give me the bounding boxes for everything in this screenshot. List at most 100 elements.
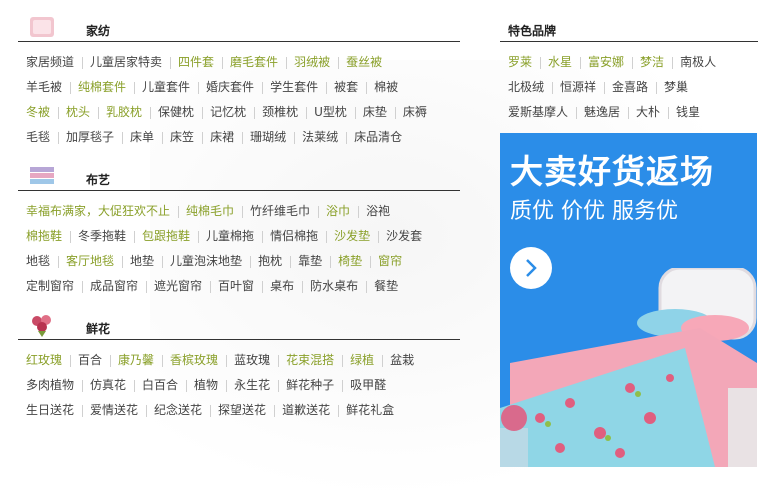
category-link[interactable]: 成品窗帘 <box>82 274 146 299</box>
category-link[interactable]: 纯棉毛巾 <box>178 199 242 224</box>
category-link[interactable]: 永生花 <box>226 373 278 398</box>
category-link[interactable]: 纪念送花 <box>146 398 210 423</box>
category-link[interactable]: 床单 <box>122 125 162 150</box>
category-link[interactable]: 冬被 <box>18 100 58 125</box>
category-link[interactable]: 沙发垫 <box>326 224 378 249</box>
category-link[interactable]: 罗莱 <box>500 50 540 75</box>
category-link[interactable]: 探望送花 <box>210 398 274 423</box>
category-link[interactable]: 珊瑚绒 <box>242 125 294 150</box>
category-link[interactable]: 金喜路 <box>604 75 656 100</box>
category-link[interactable]: 椅垫 <box>330 249 370 274</box>
category-link[interactable]: 鲜花种子 <box>278 373 342 398</box>
category-link[interactable]: 蓝玫瑰 <box>226 348 278 373</box>
category-link[interactable]: 植物 <box>186 373 226 398</box>
category-link[interactable]: 竹纤维毛巾 <box>242 199 318 224</box>
category-link[interactable]: 羽绒被 <box>286 50 338 75</box>
category-link[interactable]: 地垫 <box>122 249 162 274</box>
category-link[interactable]: 爱情送花 <box>82 398 146 423</box>
category-link[interactable]: 香槟玫瑰 <box>162 348 226 373</box>
category-link[interactable]: 桌布 <box>262 274 302 299</box>
category-link[interactable]: 花束混搭 <box>278 348 342 373</box>
category-link[interactable]: 爱斯基摩人 <box>500 100 576 125</box>
category-link[interactable]: 白百合 <box>134 373 186 398</box>
category-link[interactable]: 百合 <box>70 348 110 373</box>
category-link[interactable]: 魅逸居 <box>576 100 628 125</box>
category-link[interactable]: 盆栽 <box>382 348 422 373</box>
category-link[interactable]: 防水桌布 <box>302 274 366 299</box>
category-link[interactable]: 被套 <box>326 75 366 100</box>
category-link[interactable]: 绿植 <box>342 348 382 373</box>
category-link[interactable]: 大朴 <box>628 100 668 125</box>
category-link[interactable]: 儿童居家特卖 <box>82 50 170 75</box>
category-link[interactable]: 磨毛套件 <box>222 50 286 75</box>
category-link[interactable]: 遮光窗帘 <box>146 274 210 299</box>
section-home-textile: 家纺 家居频道 儿童居家特卖 四件套 磨毛套件 羽绒被 蚕丝被 羊毛被 纯棉套件 儿童套件 婚庆套… <box>18 0 460 150</box>
category-link[interactable]: 北极绒 <box>500 75 552 100</box>
category-link[interactable]: 乳胶枕 <box>98 100 150 125</box>
category-link[interactable]: 婚庆套件 <box>198 75 262 100</box>
category-link[interactable]: 蚕丝被 <box>338 50 390 75</box>
category-link[interactable]: 羊毛被 <box>18 75 70 100</box>
category-link[interactable]: 记忆枕 <box>202 100 254 125</box>
category-link[interactable]: 仿真花 <box>82 373 134 398</box>
category-link[interactable]: 棉被 <box>366 75 406 100</box>
category-link[interactable]: 窗帘 <box>370 249 410 274</box>
category-link[interactable]: 靠垫 <box>290 249 330 274</box>
category-link[interactable]: U型枕 <box>306 100 355 125</box>
category-link[interactable]: 颈椎枕 <box>254 100 306 125</box>
category-link[interactable]: 枕头 <box>58 100 98 125</box>
category-link[interactable]: 富安娜 <box>580 50 632 75</box>
section-header: 特色品牌 <box>500 0 758 42</box>
category-link[interactable]: 梦洁 <box>632 50 672 75</box>
category-link[interactable]: 浴巾 <box>318 199 358 224</box>
category-link[interactable]: 康乃馨 <box>110 348 162 373</box>
category-link[interactable]: 红玫瑰 <box>18 348 70 373</box>
category-link[interactable]: 包跟拖鞋 <box>134 224 198 249</box>
category-link[interactable]: 吸甲醛 <box>342 373 394 398</box>
category-link[interactable]: 地毯 <box>18 249 58 274</box>
category-link[interactable]: 定制窗帘 <box>18 274 82 299</box>
category-link[interactable]: 四件套 <box>170 50 222 75</box>
category-link[interactable]: 儿童泡沫地垫 <box>162 249 250 274</box>
category-link[interactable]: 钱皇 <box>668 100 708 125</box>
link-row: 红玫瑰 百合 康乃馨 香槟玫瑰 蓝玫瑰 花束混搭 绿植 盆栽 <box>18 348 460 373</box>
category-link[interactable]: 加厚毯子 <box>58 125 122 150</box>
category-link[interactable]: 生日送花 <box>18 398 82 423</box>
category-link[interactable]: 儿童套件 <box>134 75 198 100</box>
category-link[interactable]: 床裙 <box>202 125 242 150</box>
section-flowers: 鲜花 红玫瑰 百合 康乃馨 香槟玫瑰 蓝玫瑰 花束混搭 绿植 盆栽 多肉植物 仿真花 白百合 植物 永生… <box>18 311 460 423</box>
category-panel: 家纺 家居频道 儿童居家特卖 四件套 磨毛套件 羽绒被 蚕丝被 羊毛被 纯棉套件 儿童套件 婚庆套… <box>18 0 460 423</box>
category-link[interactable]: 床垫 <box>354 100 395 125</box>
link-row: 冬被 枕头 乳胶枕 保健枕 记忆枕 颈椎枕 U型枕 床垫 床褥 <box>18 100 460 125</box>
category-link[interactable]: 床褥 <box>394 100 435 125</box>
category-link[interactable]: 情侣棉拖 <box>262 224 326 249</box>
category-link[interactable]: 纯棉套件 <box>70 75 134 100</box>
category-link[interactable]: 保健枕 <box>150 100 202 125</box>
category-link[interactable]: 餐垫 <box>366 274 406 299</box>
category-link[interactable]: 多肉植物 <box>18 373 82 398</box>
promo-banner[interactable]: 大卖好货返场 质优 价优 服务优 <box>500 133 757 467</box>
category-link[interactable]: 儿童棉拖 <box>198 224 262 249</box>
category-link[interactable]: 学生套件 <box>262 75 326 100</box>
category-link[interactable]: 法莱绒 <box>294 125 346 150</box>
section-title: 鲜花 <box>86 322 111 336</box>
category-link[interactable]: 恒源祥 <box>552 75 604 100</box>
category-link[interactable]: 客厅地毯 <box>58 249 122 274</box>
category-link[interactable]: 南极人 <box>672 50 724 75</box>
link-row: 地毯 客厅地毯 地垫 儿童泡沫地垫 抱枕 靠垫 椅垫 窗帘 <box>18 249 460 274</box>
category-link[interactable]: 幸福布满家，大促狂欢不止 <box>18 199 178 224</box>
category-link[interactable]: 抱枕 <box>250 249 290 274</box>
category-link[interactable]: 浴袍 <box>358 199 398 224</box>
category-link[interactable]: 床笠 <box>162 125 202 150</box>
category-link[interactable]: 棉拖鞋 <box>18 224 70 249</box>
category-link[interactable]: 道歉送花 <box>274 398 338 423</box>
category-link[interactable]: 沙发套 <box>378 224 430 249</box>
category-link[interactable]: 梦巢 <box>656 75 696 100</box>
category-link[interactable]: 水星 <box>540 50 580 75</box>
category-link[interactable]: 百叶窗 <box>210 274 262 299</box>
category-link[interactable]: 鲜花礼盒 <box>338 398 402 423</box>
category-link[interactable]: 冬季拖鞋 <box>70 224 134 249</box>
category-link[interactable]: 家居频道 <box>18 50 82 75</box>
category-link[interactable]: 毛毯 <box>18 125 58 150</box>
category-link[interactable]: 床品清仓 <box>346 125 410 150</box>
